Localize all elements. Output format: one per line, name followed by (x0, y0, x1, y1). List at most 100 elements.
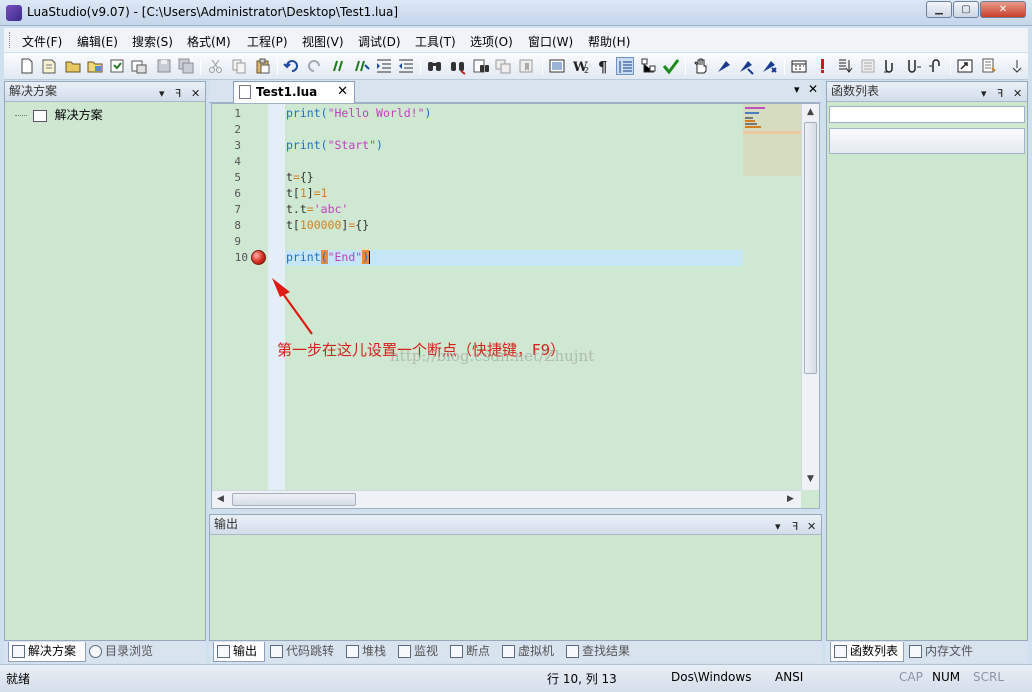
run-icon[interactable] (715, 57, 733, 75)
menu-window[interactable]: 窗口(W) (528, 33, 573, 50)
step-over-icon[interactable] (760, 57, 778, 75)
line-numbers-icon[interactable] (616, 57, 634, 75)
indent-icon[interactable] (375, 57, 393, 75)
tab-watch[interactable]: 监视 (395, 642, 445, 662)
tab-memory-file[interactable]: 内存文件 (906, 642, 982, 662)
menu-debug[interactable]: 调试(D) (358, 33, 401, 50)
outdent-icon[interactable] (397, 57, 415, 75)
redo-icon[interactable] (305, 57, 323, 75)
status-ready: 就绪 (6, 672, 31, 686)
menu-file[interactable]: 文件(F) (22, 33, 62, 50)
tab-close-icon[interactable]: ✕ (337, 82, 348, 102)
function-filter-input[interactable] (829, 106, 1025, 123)
panel-close-icon[interactable]: ✕ (807, 517, 816, 536)
step-back-icon[interactable] (904, 57, 922, 75)
panel-dropdown-icon[interactable]: ▾ (981, 84, 987, 103)
tree-item-solution[interactable]: 解决方案 (15, 106, 103, 123)
comment-icon[interactable] (331, 57, 349, 75)
uncomment-icon[interactable] (353, 57, 371, 75)
tab-list-dropdown-icon[interactable]: ▾ (794, 83, 800, 96)
undo-icon[interactable] (283, 57, 301, 75)
code-minimap[interactable] (743, 104, 801, 176)
fold-icon[interactable] (640, 57, 658, 75)
tab-function-list[interactable]: 函数列表 (830, 642, 904, 662)
document-icon[interactable] (980, 57, 998, 75)
tab-solution[interactable]: 解决方案 (8, 642, 86, 662)
panel-close-icon[interactable]: ✕ (191, 84, 200, 103)
panel-pin-icon[interactable]: ꟻ (792, 517, 798, 536)
open-recent-icon[interactable] (108, 57, 126, 75)
paste-icon[interactable] (254, 57, 272, 75)
horizontal-scroll-thumb[interactable] (232, 493, 356, 506)
calendar-icon[interactable] (790, 57, 808, 75)
new-file-icon[interactable] (18, 57, 36, 75)
scroll-right-icon[interactable]: ▶ (787, 494, 794, 504)
find-in-files-icon[interactable] (472, 57, 490, 75)
toolbar-separator (950, 58, 951, 75)
replace-icon[interactable] (494, 57, 512, 75)
horizontal-scrollbar[interactable]: ◀ ▶ (212, 490, 801, 508)
menu-search[interactable]: 搜索(S) (132, 33, 173, 50)
scroll-up-icon[interactable]: ▲ (807, 107, 814, 117)
pilcrow-icon[interactable]: ¶ (594, 57, 612, 76)
tab-stack[interactable]: 堆栈 (343, 642, 393, 662)
menu-tools[interactable]: 工具(T) (415, 33, 456, 50)
tab-label: 堆栈 (362, 644, 387, 658)
menu-project[interactable]: 工程(P) (247, 33, 288, 50)
tab-breakpoints[interactable]: 断点 (447, 642, 497, 662)
bookmark-icon[interactable] (517, 57, 535, 75)
function-list-icon (834, 645, 847, 658)
export-icon[interactable] (956, 57, 974, 75)
code-text-area[interactable]: print("Hello World!") print("Start") t={… (285, 104, 743, 490)
output-panel: 输出 ▾ ꟻ ✕ (209, 514, 822, 641)
exclamation-icon[interactable] (814, 57, 832, 75)
tab-code-jump[interactable]: 代码跳转 (267, 642, 341, 662)
right-bottom-tabs: 函数列表 内存文件 (826, 641, 1028, 663)
disabled-list-icon[interactable] (859, 57, 877, 75)
close-file-icon[interactable] (130, 57, 148, 75)
open-project-icon[interactable] (86, 57, 104, 75)
step-return-icon[interactable] (927, 57, 945, 75)
view-whitespace-icon[interactable] (548, 57, 566, 75)
panel-close-icon[interactable]: ✕ (1013, 84, 1022, 103)
menu-options[interactable]: 选项(O) (470, 33, 513, 50)
menu-edit[interactable]: 编辑(E) (77, 33, 118, 50)
menu-format[interactable]: 格式(M) (187, 33, 231, 50)
close-button[interactable]: ✕ (980, 1, 1026, 18)
save-icon[interactable] (155, 57, 173, 75)
tab-find-results[interactable]: 查找结果 (563, 642, 637, 662)
list-down-icon[interactable] (836, 57, 854, 75)
tab-directory-browse[interactable]: 目录浏览 (86, 642, 166, 662)
menu-help[interactable]: 帮助(H) (588, 33, 630, 50)
editor-close-icon[interactable]: ✕ (808, 82, 818, 96)
new-project-icon[interactable] (40, 57, 58, 75)
panel-dropdown-icon[interactable]: ▾ (159, 84, 165, 103)
find-icon[interactable] (426, 57, 444, 75)
minimize-button[interactable]: ▁ (926, 1, 952, 18)
vertical-scrollbar[interactable]: ▲ ▼ (801, 104, 819, 490)
open-folder-icon[interactable] (64, 57, 82, 75)
tab-output[interactable]: 输出 (213, 642, 265, 662)
panel-pin-icon[interactable]: ꟻ (175, 84, 181, 103)
panel-pin-icon[interactable]: ꟻ (997, 84, 1003, 103)
check-syntax-icon[interactable] (662, 57, 680, 75)
scroll-left-icon[interactable]: ◀ (217, 494, 224, 504)
panel-dropdown-icon[interactable]: ▾ (775, 517, 781, 536)
word-wrap-icon[interactable]: W2 (572, 57, 590, 75)
step-out-icon[interactable] (881, 57, 899, 75)
menubar-grip[interactable] (9, 32, 12, 48)
step-into-icon[interactable] (737, 57, 755, 75)
tab-virtual-machine[interactable]: 虚拟机 (499, 642, 561, 662)
vertical-scroll-thumb[interactable] (804, 122, 817, 374)
tab-test1-lua[interactable]: Test1.lua ✕ (233, 81, 355, 103)
scroll-down-icon[interactable]: ▼ (807, 474, 814, 484)
toolbar-overflow-icon[interactable] (1008, 57, 1022, 75)
save-all-icon[interactable] (177, 57, 195, 75)
copy-icon[interactable] (230, 57, 248, 75)
hand-icon[interactable] (692, 57, 710, 75)
maximize-button[interactable]: ▢ (953, 1, 979, 18)
cut-icon[interactable] (207, 57, 225, 75)
menu-view[interactable]: 视图(V) (302, 33, 344, 50)
find-next-icon[interactable] (449, 57, 467, 75)
breakpoint-icon[interactable] (251, 250, 266, 265)
